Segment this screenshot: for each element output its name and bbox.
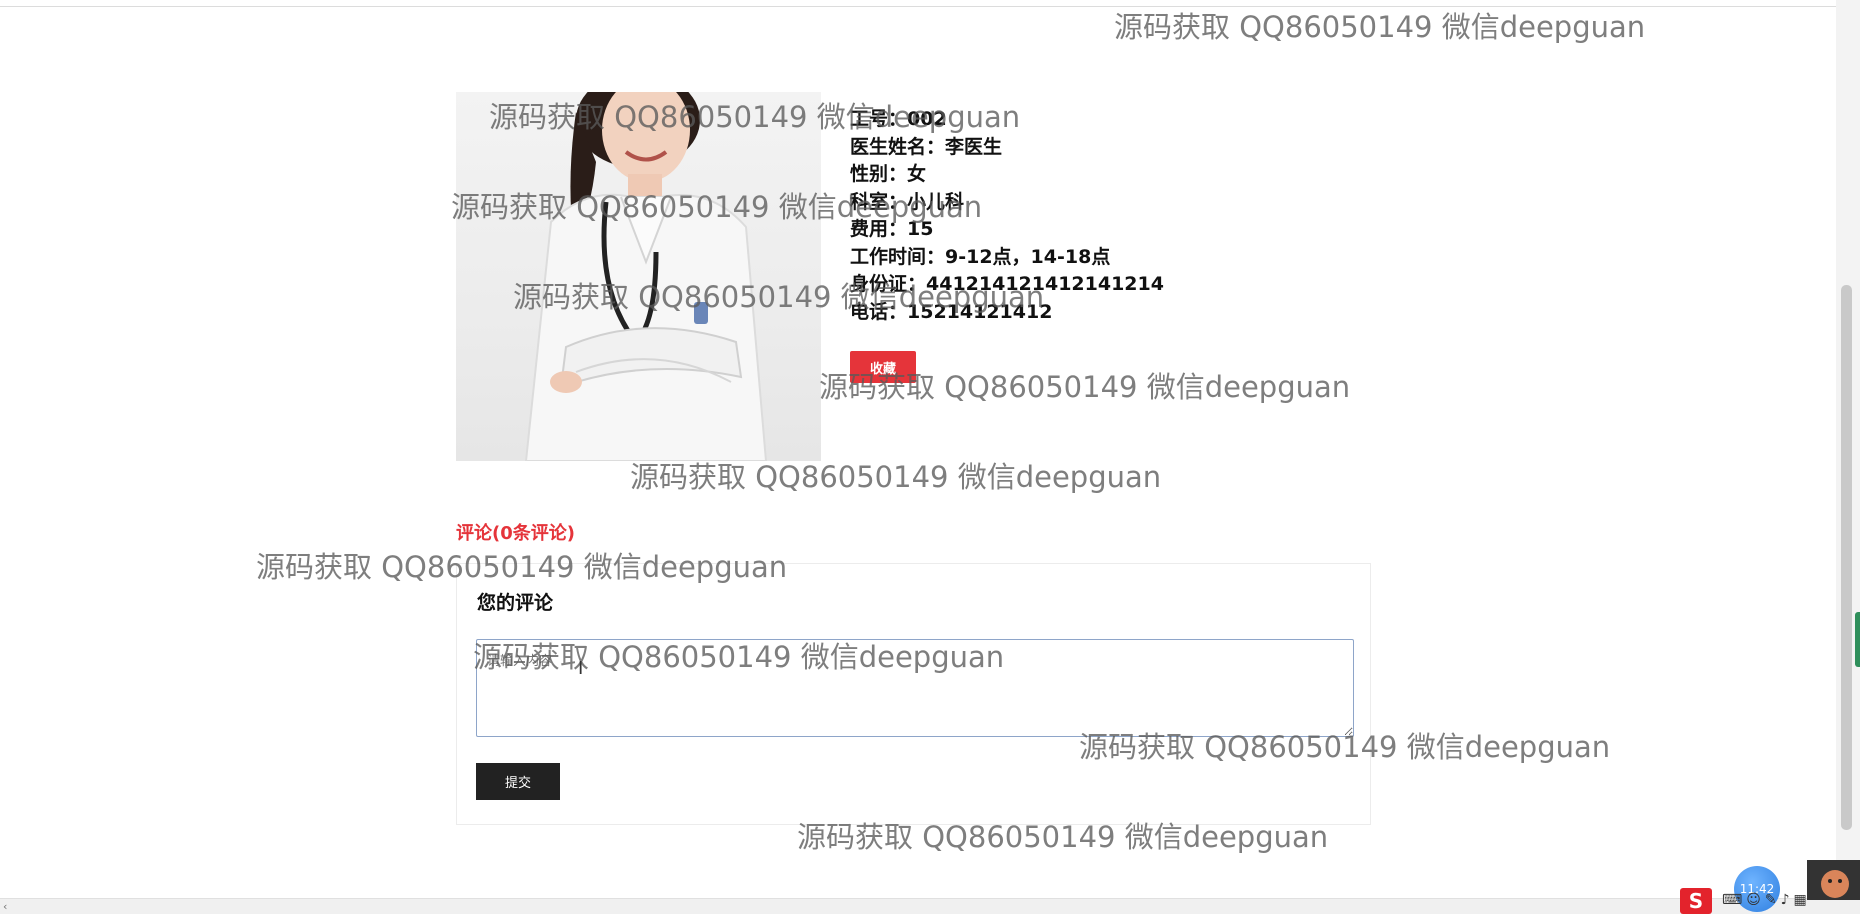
tray-icons: ⌨☺✎♪▦ [1722,892,1811,908]
top-divider [0,6,1836,7]
your-comment-label: 您的评论 [477,592,554,614]
watermark: 源码获取 QQ86050149 微信deepguan [1114,10,1646,44]
doctor-department: 科室：小儿科 [850,190,965,213]
scroll-left-arrow-icon[interactable]: ‹ [3,899,7,915]
doctor-work-hours: 工作时间：9-12点，14-18点 [850,245,1111,268]
comment-count: 评论(0条评论) [456,523,575,544]
emoji-icon[interactable]: ☺ [1746,892,1765,908]
comment-input[interactable] [476,639,1354,737]
doctor-gender: 性别：女 [850,163,927,185]
doctor-phone: 电话：15214121412 [850,300,1053,323]
keyboard-icon[interactable]: ⌨ [1722,892,1746,908]
favorite-button[interactable]: 收藏 [850,351,916,383]
mic-icon[interactable]: ♪ [1781,892,1794,908]
doctor-id-card: 身份证：441214121412141214 [850,273,1164,295]
ime-logo-icon[interactable]: S [1680,888,1712,914]
doctor-name: 医生姓名：李医生 [850,135,1003,158]
vertical-scrollbar-thumb[interactable] [1841,285,1852,830]
doctor-fee: 费用：15 [850,218,934,240]
horizontal-scrollbar[interactable]: ‹ [0,898,1860,914]
doctor-info: 工号：002 医生姓名：李医生 性别：女 科室：小儿科 费用：15 工作时间：9… [850,106,1164,326]
submit-button[interactable]: 提交 [476,763,560,800]
doctor-photo [456,92,821,461]
vertical-scrollbar[interactable] [1836,0,1860,898]
text-cursor-icon: I [578,658,584,679]
avatar[interactable] [1807,860,1860,900]
doctor-id: 工号：002 [850,108,947,130]
side-tab[interactable] [1855,612,1860,667]
comment-form: 您的评论 提交 [456,563,1371,825]
pen-icon[interactable]: ✎ [1765,892,1781,908]
